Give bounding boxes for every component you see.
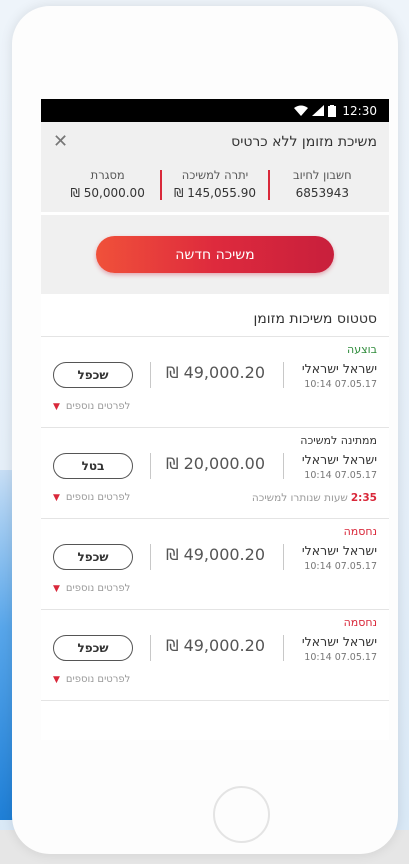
- status-bar: 12:30: [41, 99, 389, 122]
- withdrawal-status: נחסמה: [343, 525, 377, 538]
- withdrawal-recipient: ישראל ישראלי: [301, 543, 377, 558]
- withdrawal-recipient: ישראל ישראלי: [301, 452, 377, 467]
- remaining-time-label: שעות שנותרו למשיכה: [251, 492, 348, 504]
- withdrawal-recipient: ישראל ישראלי: [301, 634, 377, 649]
- withdrawal-status: נחסמה: [343, 616, 377, 629]
- status-time: 12:30: [342, 103, 377, 118]
- duplicate-button[interactable]: שכפל: [53, 362, 133, 388]
- withdrawal-status: בוצעה: [347, 343, 377, 356]
- account-summary: חשבון לחיוב 6853943 יתרה למשיכה ₪ 145,05…: [41, 162, 389, 212]
- close-icon[interactable]: ✕: [53, 133, 68, 151]
- duplicate-button[interactable]: שכפל: [53, 544, 133, 570]
- status-icons: [294, 104, 337, 117]
- duplicate-button[interactable]: שכפל: [53, 635, 133, 661]
- row-divider: [150, 362, 151, 388]
- summary-divider: [160, 170, 163, 200]
- screen-header: משיכת מזומן ללא כרטיס ✕: [41, 122, 389, 162]
- new-withdrawal-button[interactable]: משיכה חדשה: [96, 236, 334, 273]
- withdrawal-amount: ₪ 49,000.20: [165, 636, 265, 655]
- row-divider: [283, 453, 284, 479]
- withdrawal-amount: ₪ 49,000.20: [165, 545, 265, 564]
- new-withdrawal-area: משיכה חדשה: [41, 215, 389, 294]
- summary-balance: יתרה למשיכה ₪ 145,055.90: [174, 168, 256, 200]
- chevron-down-icon: ▼: [53, 401, 60, 412]
- remaining-time: 2:35שעות שנותרו למשיכה: [252, 492, 377, 504]
- withdrawal-datetime: 10:14 07.05.17: [304, 470, 377, 481]
- remaining-time-value: 2:35: [350, 492, 377, 504]
- chevron-down-icon: ▼: [53, 583, 60, 594]
- withdrawal-item: בוצעה ישראל ישראלי 10:14 07.05.17 ₪ 49,0…: [41, 337, 389, 428]
- home-button[interactable]: [213, 786, 270, 843]
- row-divider: [283, 544, 284, 570]
- signal-icon: [312, 105, 325, 116]
- chevron-down-icon: ▼: [53, 492, 60, 503]
- withdrawal-datetime: 10:14 07.05.17: [304, 652, 377, 663]
- row-divider: [283, 635, 284, 661]
- withdrawal-amount: ₪ 49,000.20: [165, 363, 265, 382]
- withdrawal-status: ממתינה למשיכה: [300, 434, 377, 447]
- more-details-link[interactable]: לפרטים נוספים ▼: [53, 674, 130, 685]
- row-divider: [283, 362, 284, 388]
- chevron-down-icon: ▼: [53, 674, 60, 685]
- app-screen: 12:30 משיכת מזומן ללא כרטיס ✕ חשבון לחיו…: [41, 99, 389, 740]
- more-details-link[interactable]: לפרטים נוספים ▼: [53, 583, 130, 594]
- withdrawal-datetime: 10:14 07.05.17: [304, 561, 377, 572]
- withdrawal-item: ממתינה למשיכה ישראל ישראלי 10:14 07.05.1…: [41, 428, 389, 519]
- row-divider: [150, 635, 151, 661]
- row-divider: [150, 544, 151, 570]
- more-details-link[interactable]: לפרטים נוספים ▼: [53, 492, 130, 503]
- withdrawal-item: נחסמה ישראל ישראלי 10:14 07.05.17 ₪ 49,0…: [41, 610, 389, 701]
- row-divider: [150, 453, 151, 479]
- summary-divider: [267, 170, 270, 200]
- withdrawal-amount: ₪ 20,000.00: [165, 454, 265, 473]
- screen-title: משיכת מזומן ללא כרטיס: [231, 134, 377, 150]
- withdrawal-recipient: ישראל ישראלי: [301, 361, 377, 376]
- wifi-icon: [294, 105, 309, 116]
- section-title: סטטוס משיכות מזומן: [41, 302, 389, 337]
- summary-limit: מסגרת ₪ 50,000.00: [70, 168, 145, 200]
- more-details-link[interactable]: לפרטים נוספים ▼: [53, 401, 130, 412]
- withdrawal-datetime: 10:14 07.05.17: [304, 379, 377, 390]
- cancel-button[interactable]: בטל: [53, 453, 133, 479]
- battery-icon: [328, 104, 337, 117]
- withdrawal-item: נחסמה ישראל ישראלי 10:14 07.05.17 ₪ 49,0…: [41, 519, 389, 610]
- summary-account: חשבון לחיוב 6853943: [293, 168, 352, 200]
